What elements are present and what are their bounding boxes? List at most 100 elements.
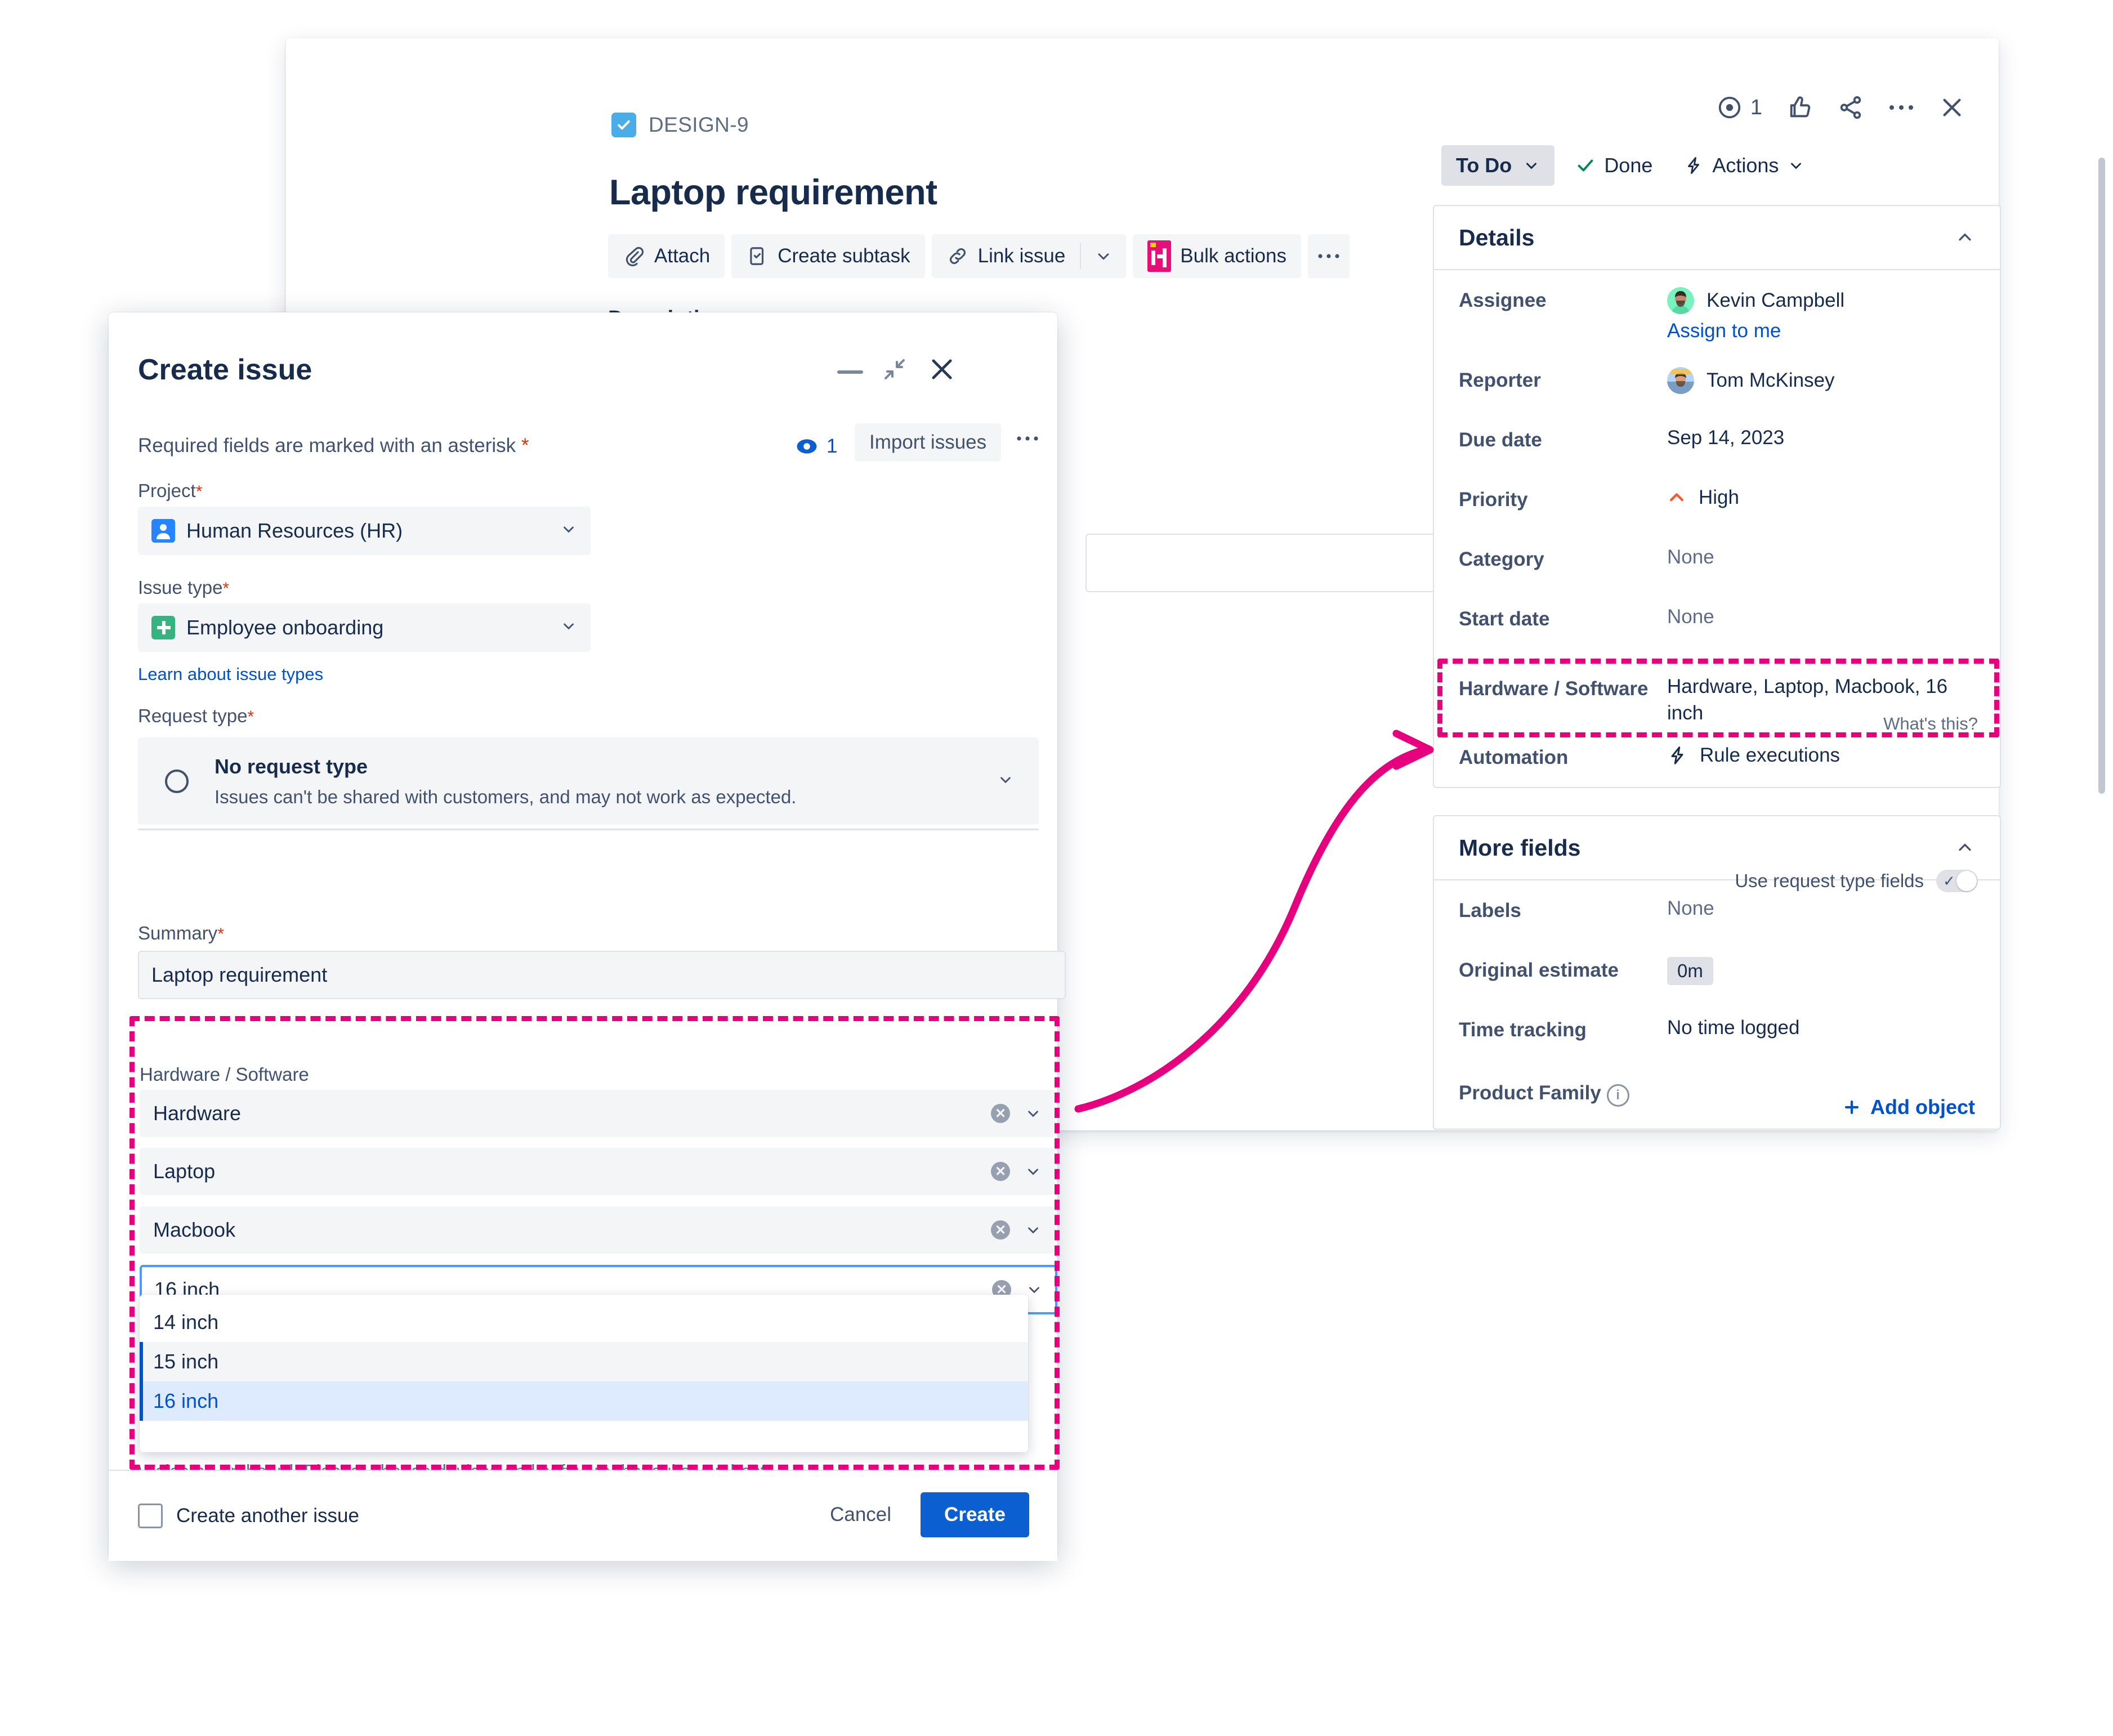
assignee-name: Kevin Campbell — [1707, 289, 1845, 311]
minimize-button[interactable] — [837, 370, 863, 374]
select-controls: ✕ — [991, 1104, 1042, 1123]
details-panel-header[interactable]: Details — [1434, 206, 2000, 270]
details-panel-title: Details — [1459, 224, 1535, 250]
issue-type-select[interactable]: Employee onboarding — [138, 603, 591, 652]
project-select[interactable]: Human Resources (HR) — [138, 507, 591, 555]
modal-watch-button[interactable]: 1 — [795, 435, 837, 458]
select-controls: ✕ — [991, 1162, 1042, 1181]
field-value[interactable]: No time logged — [1667, 1000, 1975, 1039]
create-button[interactable]: Create — [921, 1492, 1029, 1537]
status-dropdown[interactable]: To Do — [1441, 145, 1555, 186]
priority-label: High — [1699, 486, 1739, 508]
request-type-option-title: No request type — [215, 754, 368, 778]
link-issue-button[interactable]: Link issue — [932, 245, 1080, 267]
required-fields-text: Required fields are marked with an aster… — [138, 435, 516, 457]
chevron-up-icon[interactable] — [1955, 838, 1975, 858]
close-icon[interactable] — [1939, 95, 1965, 120]
check-icon — [1578, 159, 1593, 172]
field-label: Assignee — [1459, 289, 1547, 311]
create-subtask-button[interactable]: Create subtask — [731, 234, 925, 278]
field-label: Reporter — [1459, 369, 1541, 391]
share-icon[interactable] — [1838, 95, 1864, 120]
done-button[interactable]: Done — [1566, 145, 1663, 186]
use-request-type-fields-toggle[interactable]: ✓ — [1936, 870, 1978, 892]
screen: 1 DESIGN-9 Laptop requirement Attach Cre… — [0, 0, 2113, 1736]
divider — [138, 829, 1039, 830]
dropdown-option-14-inch[interactable]: 14 inch — [140, 1303, 1028, 1342]
page-title: Laptop requirement — [609, 173, 937, 212]
chevron-down-icon — [1526, 163, 1537, 169]
use-request-type-fields-label: Use request type fields — [1735, 870, 1924, 891]
dropdown-option-16-inch[interactable]: 16 inch — [140, 1381, 1028, 1421]
chevron-down-icon[interactable] — [1025, 1222, 1042, 1238]
create-issue-title: Create issue — [138, 354, 312, 386]
close-icon[interactable] — [927, 355, 957, 384]
create-another-issue-checkbox[interactable] — [138, 1504, 163, 1528]
import-issues-button[interactable]: Import issues — [855, 423, 1002, 462]
cancel-button[interactable]: Cancel — [816, 1493, 905, 1536]
hardware-software-select-0[interactable]: Hardware ✕ — [140, 1090, 1055, 1137]
more-options-icon[interactable] — [1888, 103, 1914, 112]
issue-key[interactable]: DESIGN-9 — [611, 113, 749, 137]
chevron-down-icon — [1791, 163, 1802, 169]
field-value[interactable]: None — [1667, 529, 1975, 569]
more-fields-panel: More fields Labels None Original estimat… — [1433, 815, 2001, 1130]
issue-type-field-label: Issue type* — [138, 577, 230, 598]
avatar — [1667, 287, 1694, 314]
summary-input[interactable]: Laptop requirement — [138, 951, 1066, 999]
details-scrollbar[interactable] — [2098, 158, 2105, 794]
reporter-name: Tom McKinsey — [1707, 369, 1835, 391]
info-icon[interactable]: i — [1606, 1084, 1629, 1107]
modal-more-button[interactable] — [1016, 435, 1039, 445]
chevron-up-icon[interactable] — [1955, 227, 1975, 248]
link-issue-dropdown-button[interactable] — [1081, 247, 1126, 265]
task-type-icon — [611, 113, 636, 137]
field-row-reporter: Reporter Tom McKinsey — [1434, 350, 2000, 410]
toolbar-more-button[interactable] — [1308, 234, 1350, 278]
select-controls: ✕ — [991, 1220, 1042, 1240]
issue-type-value: Employee onboarding — [186, 616, 384, 639]
field-value[interactable]: 0m — [1667, 940, 1975, 985]
watchers-count: 1 — [1750, 95, 1762, 119]
clear-icon[interactable]: ✕ — [991, 1220, 1010, 1240]
status-label: To Do — [1456, 154, 1512, 177]
chevron-down-icon[interactable] — [1025, 1163, 1042, 1180]
dropdown-option-15-inch[interactable]: 15 inch — [140, 1342, 1028, 1381]
field-value[interactable]: None — [1667, 589, 1975, 628]
create-subtask-label: Create subtask — [778, 245, 910, 267]
avatar — [1667, 367, 1694, 394]
field-value[interactable]: Sep 14, 2023 — [1667, 410, 1975, 449]
collapse-icon[interactable] — [881, 356, 908, 383]
whats-this-link[interactable]: What's this? — [1883, 714, 1978, 734]
field-row-due-date: Due date Sep 14, 2023 — [1434, 410, 2000, 469]
hardware-software-select-2[interactable]: Macbook ✕ — [140, 1206, 1055, 1254]
chevron-down-icon[interactable] — [1025, 1105, 1042, 1122]
field-label: Time tracking — [1459, 1019, 1587, 1041]
bulk-actions-icon — [1147, 240, 1172, 272]
field-value[interactable]: High — [1667, 469, 1975, 509]
chevron-down-icon[interactable] — [1026, 1281, 1043, 1298]
field-label: Automation — [1459, 746, 1569, 768]
field-row-category: Category None — [1434, 529, 2000, 589]
modal-watchers-count: 1 — [827, 435, 838, 457]
field-value[interactable]: Kevin Campbell — [1667, 270, 1975, 314]
check-icon: ✓ — [1943, 872, 1955, 889]
field-value[interactable]: Tom McKinsey — [1667, 350, 1975, 394]
clear-icon[interactable]: ✕ — [991, 1162, 1010, 1181]
field-label: Original estimate — [1459, 959, 1619, 981]
request-type-select[interactable]: No request type Issues can't be shared w… — [138, 737, 1039, 825]
hardware-software-select-1[interactable]: Laptop ✕ — [140, 1148, 1055, 1195]
actions-button[interactable]: Actions — [1674, 145, 1815, 186]
create-another-issue-row[interactable]: Create another issue — [138, 1504, 359, 1528]
learn-about-issue-types-link[interactable]: Learn about issue types — [138, 664, 323, 684]
details-panel: Details Assignee Kevin Campbell Assign t… — [1433, 205, 2001, 788]
hardware-software-value-2: Macbook — [153, 1218, 236, 1241]
status-bar: To Do Done Actions — [1441, 145, 1815, 186]
watch-issue-button[interactable]: 1 — [1717, 95, 1762, 120]
assign-to-me-link[interactable]: Assign to me — [1434, 320, 2000, 342]
attach-button[interactable]: Attach — [608, 234, 725, 278]
bulk-actions-button[interactable]: Bulk actions — [1133, 234, 1301, 278]
clear-icon[interactable]: ✕ — [991, 1104, 1010, 1123]
thumbs-up-icon[interactable] — [1787, 95, 1813, 120]
field-row-original-estimate: Original estimate 0m — [1434, 940, 2000, 1000]
